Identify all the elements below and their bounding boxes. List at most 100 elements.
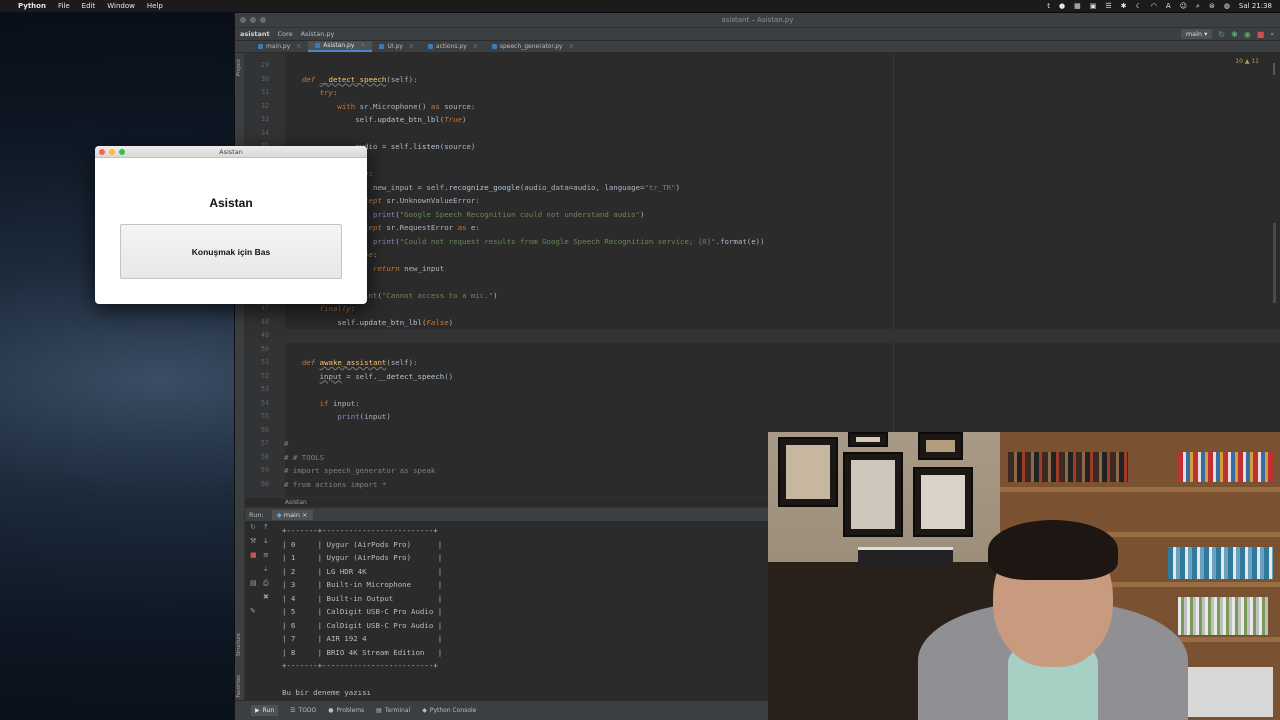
scroll-end-icon[interactable]: ⇣ [263,565,269,573]
stop-icon[interactable]: ■ [250,551,257,559]
code-line[interactable]: 47 finally: [245,302,1280,316]
user-icon[interactable]: ☺ [1180,2,1187,10]
menu-help[interactable]: Help [147,2,163,10]
tab-main-py[interactable]: main.py × [251,41,308,52]
tab-speech-generator-py[interactable]: speech_generator.py × [485,41,581,52]
terminal-tool-button[interactable]: ▤ Terminal [376,707,410,714]
run-tool-button[interactable]: ▶ Run [251,705,279,716]
favorites-tool-button[interactable]: Favorites [236,675,242,698]
down-icon[interactable]: ↓ [263,537,269,545]
code-line[interactable]: 52 input = self.__detect_speech() [245,370,1280,384]
control-icon[interactable]: ☰ [1105,2,1111,10]
pin-icon[interactable]: ✎ [250,607,256,615]
code-line[interactable]: 34 [245,127,1280,141]
search-everywhere-icon[interactable]: ⌕ [1270,30,1274,39]
layout-icon[interactable]: ▤ [250,579,257,587]
run-config-select[interactable]: main ▾ [1180,29,1213,39]
code-line[interactable]: 42 print("Could not request results from… [245,235,1280,249]
siri-icon[interactable]: ◍ [1224,2,1230,10]
minimize-window-button[interactable] [250,17,256,23]
code-line[interactable]: 36 [245,154,1280,168]
menu-app-name[interactable]: Python [18,2,46,10]
close-tab-icon[interactable]: × [409,43,414,50]
code-line[interactable]: 54 if input: [245,397,1280,411]
problems-tool-button[interactable]: ● Problems [328,707,364,714]
record-icon[interactable]: ● [1059,2,1065,10]
push-to-talk-button[interactable]: Konuşmak için Bas [120,224,342,279]
code-line[interactable]: 30 def __detect_speech(self): [245,73,1280,87]
python-console-tool-button[interactable]: ◆ Python Console [422,707,476,714]
clock[interactable]: Sal 21:38 [1239,2,1272,10]
run-console-output[interactable]: +-------+-------------------------+ | 0 |… [282,524,442,700]
code-line[interactable]: 45 [245,275,1280,289]
code-line[interactable]: 44 return new_input [245,262,1280,276]
code-line[interactable]: 31 try: [245,86,1280,100]
code-line[interactable]: 49 [245,329,1280,343]
control-center-icon[interactable]: ⊜ [1209,2,1215,10]
code-text: input = self.__detect_speech() [319,371,454,381]
code-line[interactable]: 50 [245,343,1280,357]
code-line[interactable]: 41 except sr.RequestError as e: [245,221,1280,235]
up-icon[interactable]: ↑ [263,523,269,531]
code-line[interactable]: 35 audio = self.listen(source) [245,140,1280,154]
run-tab-main[interactable]: ◆ main × [271,509,313,520]
coverage-icon[interactable]: ◉ [1244,30,1251,39]
code-line[interactable]: 43 else: [245,248,1280,262]
minimize-dialog-button[interactable] [109,149,115,155]
code-line[interactable]: 39 except sr.UnknownValueError: [245,194,1280,208]
code-line[interactable]: 48 self.update_btn_lbl(False) [245,316,1280,330]
wrench-icon[interactable]: ⚒ [250,537,256,545]
moon-icon[interactable]: ☾ [1136,2,1142,10]
close-tab-icon[interactable]: × [296,43,301,50]
breadcrumb-folder[interactable]: Core [278,30,293,38]
close-tab-icon[interactable]: × [360,42,365,49]
menu-edit[interactable]: Edit [82,2,96,10]
project-tool-button[interactable]: Project [236,59,242,76]
breadcrumb-project[interactable]: asistant [240,30,270,38]
tab-ui-py[interactable]: UI.py × [372,41,420,52]
close-tab-icon[interactable]: × [473,43,478,50]
code-line[interactable]: 32 with sr.Microphone() as source: [245,100,1280,114]
line-number: 56 [261,425,269,434]
grid-icon[interactable]: ▦ [1074,2,1081,10]
code-line[interactable]: 51 def awake_assistant(self): [245,356,1280,370]
menu-window[interactable]: Window [107,2,135,10]
line-number: 33 [261,115,269,123]
menu-file[interactable]: File [58,2,70,10]
rerun-icon[interactable]: ↻ [250,523,256,531]
todo-tool-button[interactable]: ☰ TODO [290,707,316,714]
window-icon[interactable]: ▣ [1090,2,1097,10]
status-icon[interactable]: t [1047,2,1050,10]
code-line[interactable]: 53 [245,383,1280,397]
zoom-dialog-button[interactable] [119,149,125,155]
line-number: 55 [261,412,269,420]
stop-icon[interactable]: ■ [1257,30,1265,39]
close-dialog-button[interactable] [99,149,105,155]
line-number: 54 [261,398,269,407]
code-line[interactable]: 38 new_input = self.recognize_google(aud… [245,181,1280,195]
debug-icon[interactable]: ✱ [1231,30,1238,39]
rerun-icon[interactable]: ↻ [1218,30,1225,39]
tab-asistan-py[interactable]: Asistan.py × [308,41,373,52]
trash-icon[interactable]: ✖ [263,593,269,601]
line-number: 34 [261,128,269,137]
code-text: # # TOOLS [284,452,325,462]
tab-actions-py[interactable]: actions.py × [421,41,485,52]
search-icon[interactable]: ⌕ [1196,2,1200,11]
code-line[interactable]: 33 self.update_btn_lbl(True) [245,113,1280,127]
code-line[interactable]: 40 print("Google Speech Recognition coul… [245,208,1280,222]
close-tab-icon[interactable]: × [569,43,574,50]
structure-tool-button[interactable]: Structure [236,633,242,656]
input-icon[interactable]: A [1166,2,1171,10]
soft-wrap-icon[interactable]: ≡ [263,551,269,559]
wifi-icon[interactable]: ◠ [1151,2,1157,10]
close-window-button[interactable] [240,17,246,23]
code-line[interactable]: 46 print("Cannot access to a mic.") [245,289,1280,303]
code-line[interactable]: 37 try: [245,167,1280,181]
code-line[interactable]: 55 print(input) [245,410,1280,424]
bluetooth-icon[interactable]: ✱ [1121,2,1127,10]
code-line[interactable]: 29 [245,59,1280,73]
zoom-window-button[interactable] [260,17,266,23]
breadcrumb-file[interactable]: Asistan.py [301,30,335,38]
print-icon[interactable]: ⎙ [263,579,269,588]
